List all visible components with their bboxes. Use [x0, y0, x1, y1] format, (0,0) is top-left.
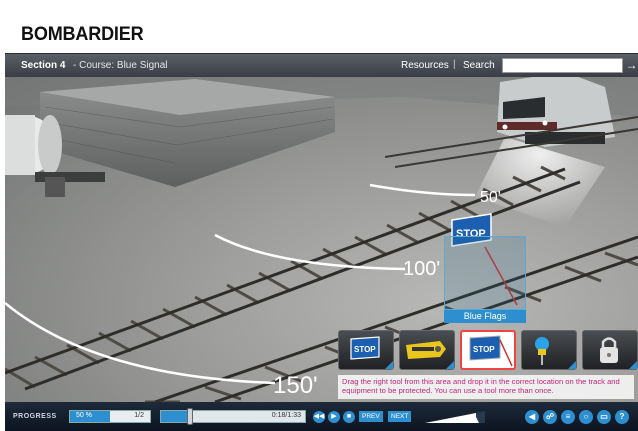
- search-label[interactable]: Search: [463, 60, 495, 71]
- timeline-fill: [161, 411, 190, 422]
- search-go-button[interactable]: →: [625, 58, 638, 73]
- section-label: Section 4: [21, 60, 66, 71]
- print-icon[interactable]: ▭: [597, 410, 611, 424]
- tool-stop-flag[interactable]: STOP: [460, 330, 516, 370]
- progress-label: PROGRESS: [13, 413, 57, 420]
- app-frame: BOMBARDIER Section 4 - Course: Blue Sign…: [5, 5, 638, 431]
- bombardier-logo: BOMBARDIER: [21, 24, 144, 45]
- search-input[interactable]: [502, 58, 623, 73]
- next-button[interactable]: NEXT: [388, 411, 412, 422]
- tool-blue-light[interactable]: [521, 330, 577, 370]
- tool-stop-sign[interactable]: STOP: [338, 330, 394, 370]
- drop-zone-blue-flags[interactable]: [444, 236, 526, 310]
- timeline-handle[interactable]: [186, 408, 193, 425]
- progress-bar: 50 % 1/2: [69, 410, 151, 423]
- distance-label-150: 150': [273, 372, 318, 399]
- sitemap-icon[interactable]: ☍: [543, 410, 557, 424]
- rewind-icon[interactable]: ◀◀: [313, 411, 325, 423]
- tool-derail[interactable]: [399, 330, 455, 370]
- timeline-scrubber[interactable]: 0:18/1:33: [160, 408, 306, 425]
- timeline-time: 0:18/1:33: [271, 412, 301, 419]
- prev-button[interactable]: PREV: [359, 411, 383, 422]
- distance-label-100: 100': [403, 258, 440, 280]
- speaker-icon[interactable]: ◀: [525, 410, 539, 424]
- help-icon[interactable]: ?: [615, 410, 629, 424]
- tool-stop-flag-text: STOP: [473, 345, 495, 354]
- drop-zone-label: Blue Flags: [444, 310, 526, 323]
- play-icon[interactable]: ▶: [328, 411, 340, 423]
- tool-padlock[interactable]: [582, 330, 638, 370]
- glossary-icon[interactable]: ≡: [561, 410, 575, 424]
- resources-link[interactable]: Resources: [401, 60, 449, 71]
- instruction-text: Drag the right tool from this area and d…: [338, 375, 634, 399]
- brand-bar: BOMBARDIER: [5, 5, 638, 53]
- progress-percent: 50 %: [76, 412, 92, 419]
- search-icon[interactable]: ○: [579, 410, 593, 424]
- nav-separator: |: [453, 59, 456, 70]
- tool-stop-sign-text: STOP: [354, 345, 376, 354]
- training-scene: STOP 50' 100' 150' Blue Flags STOP STOP …: [5, 77, 638, 402]
- stop-icon[interactable]: ■: [343, 411, 355, 423]
- course-title: - Course: Blue Signal: [73, 60, 168, 71]
- volume-slider[interactable]: [425, 410, 485, 424]
- progress-pages: 1/2: [134, 412, 144, 419]
- player-controls: PROGRESS 50 % 1/2 0:18/1:33 ◀◀ ▶ ■ PREV …: [5, 402, 638, 431]
- nav-bar: Section 4 - Course: Blue Signal Resource…: [5, 53, 638, 77]
- distance-label-50: 50': [480, 189, 501, 206]
